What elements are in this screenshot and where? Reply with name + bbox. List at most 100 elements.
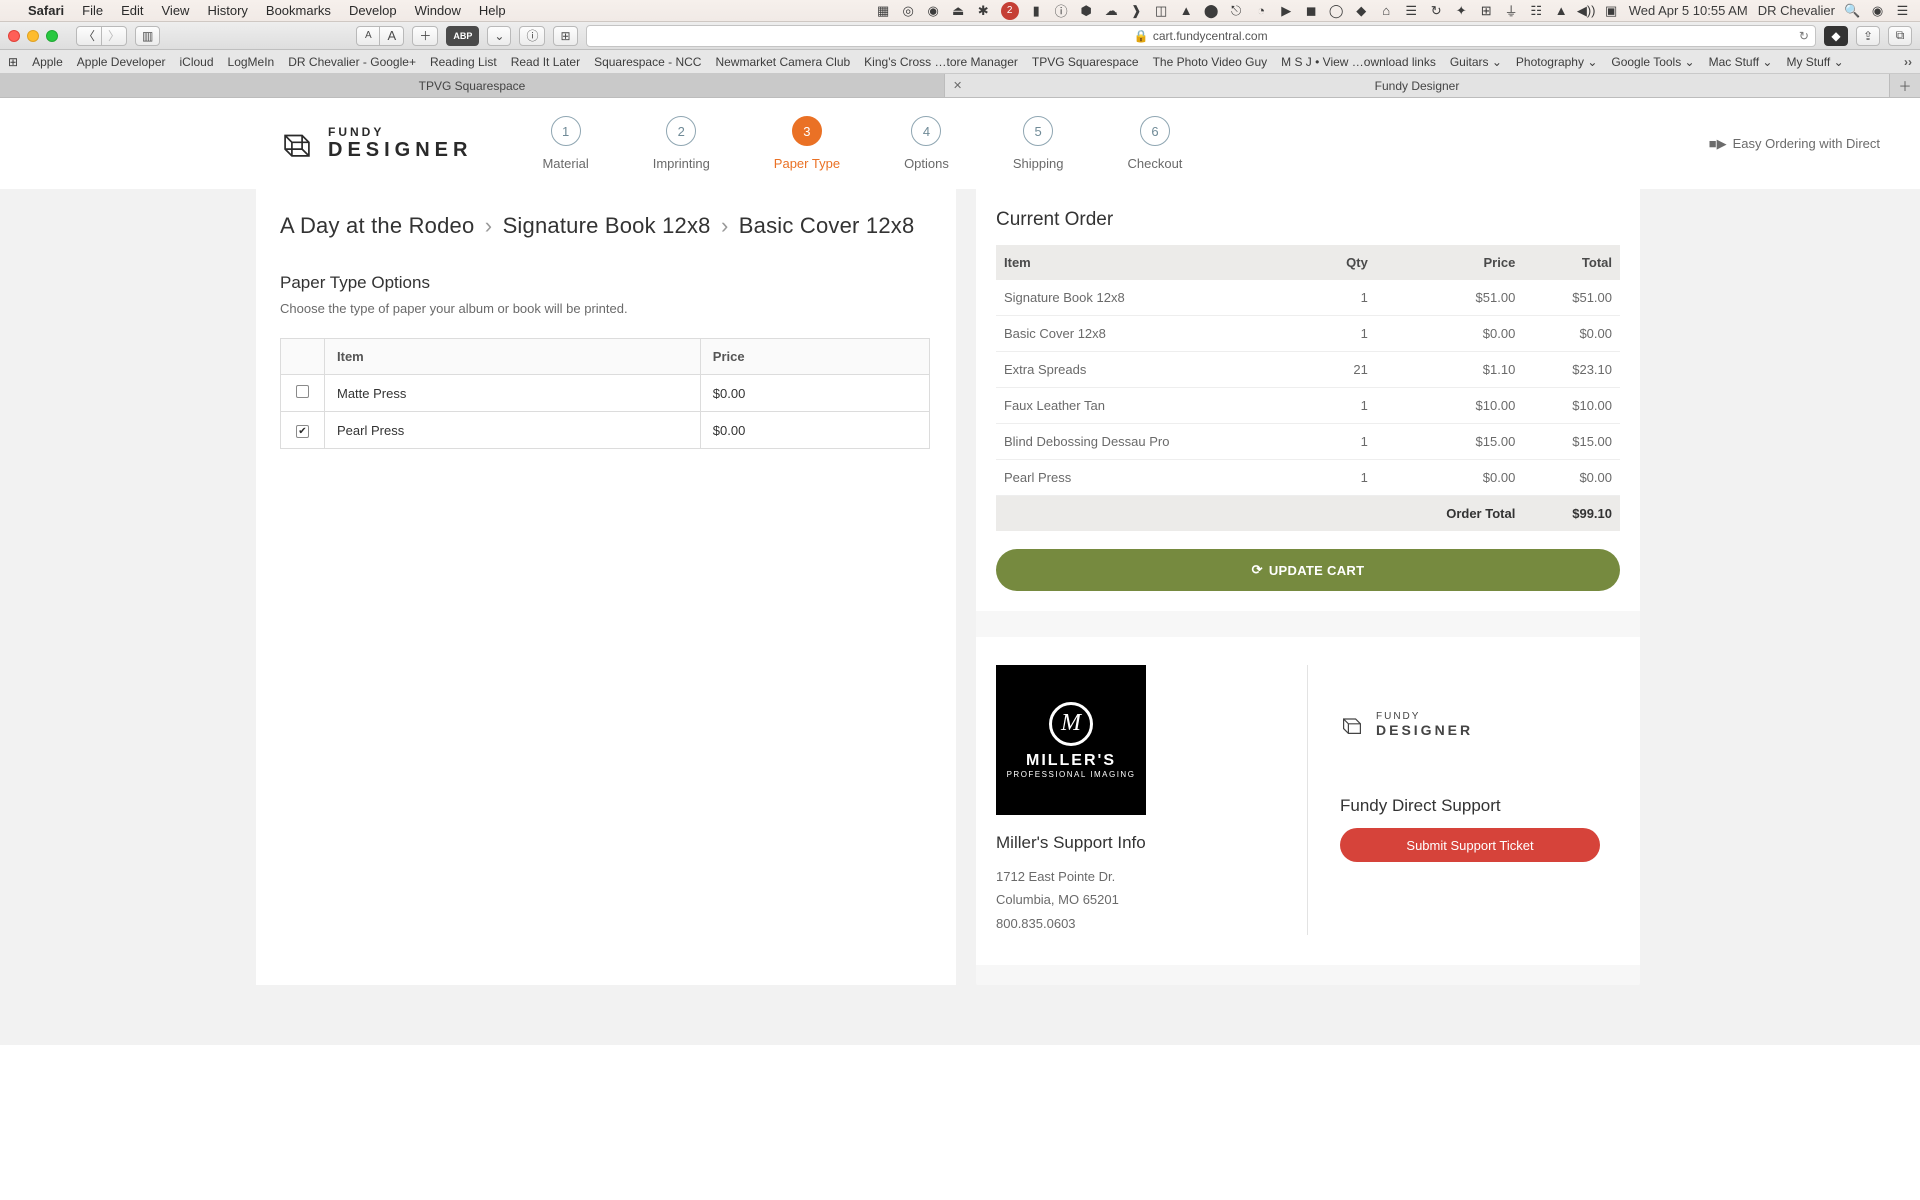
option-checkbox-matte[interactable]: [296, 385, 309, 398]
top-sites-icon[interactable]: ⊞: [8, 55, 18, 69]
status-icon[interactable]: ☷: [1529, 3, 1544, 18]
bookmark-item[interactable]: King's Cross …tore Manager: [864, 55, 1018, 69]
bookmark-item[interactable]: The Photo Video Guy: [1153, 55, 1268, 69]
status-icon[interactable]: ▶: [1279, 3, 1294, 18]
step-paper-type[interactable]: 3 Paper Type: [774, 116, 840, 171]
forward-button[interactable]: 〉: [102, 26, 127, 46]
step-options[interactable]: 4 Options: [904, 116, 949, 171]
bookmark-item[interactable]: iCloud: [180, 55, 214, 69]
fundy-logo[interactable]: FUNDY DESIGNER: [280, 125, 472, 162]
app-name[interactable]: Safari: [28, 3, 64, 18]
bookmark-item[interactable]: Apple Developer: [77, 55, 166, 69]
step-imprinting[interactable]: 2 Imprinting: [653, 116, 710, 171]
info-icon[interactable]: ⓘ: [519, 26, 545, 46]
bookmark-item[interactable]: LogMeIn: [228, 55, 275, 69]
bookmark-folder[interactable]: My Stuff ⌄: [1786, 55, 1843, 69]
step-material[interactable]: 1 Material: [542, 116, 588, 171]
order-row: Basic Cover 12x81$0.00$0.00: [996, 316, 1620, 352]
bookmark-folder[interactable]: Google Tools ⌄: [1611, 55, 1694, 69]
menu-history[interactable]: History: [207, 3, 247, 18]
status-icon[interactable]: ✱: [976, 3, 991, 18]
bookmark-item[interactable]: Read It Later: [511, 55, 580, 69]
status-icon[interactable]: ◎: [901, 3, 916, 18]
status-icon[interactable]: ⬤: [1204, 3, 1219, 18]
status-icon[interactable]: ◉: [926, 3, 941, 18]
status-icon[interactable]: ⏏: [951, 3, 966, 18]
bookmarks-overflow[interactable]: ››: [1904, 55, 1912, 69]
tab-tpvg[interactable]: TPVG Squarespace: [0, 74, 945, 97]
bookmark-item[interactable]: M S J • View …ownload links: [1281, 55, 1436, 69]
bookmark-item[interactable]: Squarespace - NCC: [594, 55, 701, 69]
bookmark-item[interactable]: Apple: [32, 55, 63, 69]
adblock-icon[interactable]: ABP: [446, 26, 479, 46]
siri-icon[interactable]: ◉: [1870, 3, 1885, 18]
new-tab-button[interactable]: ＋: [412, 26, 438, 46]
status-icon[interactable]: ☰: [1404, 3, 1419, 18]
step-shipping[interactable]: 5 Shipping: [1013, 116, 1064, 171]
status-icon[interactable]: ▣: [1604, 3, 1619, 18]
notification-center-icon[interactable]: ☰: [1895, 3, 1910, 18]
dropbox-icon[interactable]: ⬢: [1079, 3, 1094, 18]
menu-bookmarks[interactable]: Bookmarks: [266, 3, 331, 18]
window-minimize-button[interactable]: [27, 30, 39, 42]
menu-help[interactable]: Help: [479, 3, 506, 18]
url-bar[interactable]: 🔒 cart.fundycentral.com ↻: [586, 25, 1816, 47]
menubar-clock[interactable]: Wed Apr 5 10:55 AM: [1629, 3, 1748, 18]
status-icon[interactable]: ❱: [1129, 3, 1144, 18]
menubar-user[interactable]: DR Chevalier: [1758, 3, 1835, 18]
window-zoom-button[interactable]: [46, 30, 58, 42]
text-size-large-button[interactable]: A: [380, 26, 404, 46]
status-icon[interactable]: ↻: [1429, 3, 1444, 18]
status-icon[interactable]: ◫: [1154, 3, 1169, 18]
share-button[interactable]: ⇪: [1856, 26, 1880, 46]
wifi-icon[interactable]: ⏚: [1504, 3, 1519, 18]
menu-file[interactable]: File: [82, 3, 103, 18]
spotlight-icon[interactable]: 🔍: [1845, 3, 1860, 18]
easy-ordering-link[interactable]: ■▶ Easy Ordering with Direct: [1709, 136, 1880, 152]
reload-icon[interactable]: ↻: [1799, 29, 1809, 43]
step-checkout[interactable]: 6 Checkout: [1127, 116, 1182, 171]
menu-view[interactable]: View: [162, 3, 190, 18]
status-icon[interactable]: ▦: [876, 3, 891, 18]
notification-badge[interactable]: 2: [1001, 2, 1019, 20]
bookmark-item[interactable]: Newmarket Camera Club: [715, 55, 850, 69]
status-icon[interactable]: ◯: [1329, 3, 1344, 18]
bookmark-item[interactable]: Reading List: [430, 55, 497, 69]
menu-develop[interactable]: Develop: [349, 3, 397, 18]
status-icon[interactable]: ▲: [1179, 3, 1194, 18]
extension-icon[interactable]: ⊞: [553, 26, 577, 46]
bookmark-folder[interactable]: Guitars ⌄: [1450, 55, 1502, 69]
status-icon[interactable]: ⊞: [1479, 3, 1494, 18]
order-title: Current Order: [996, 209, 1620, 231]
status-icon[interactable]: ◆: [1354, 3, 1369, 18]
volume-icon[interactable]: ◀)): [1579, 3, 1594, 18]
submit-ticket-button[interactable]: Submit Support Ticket: [1340, 828, 1600, 862]
status-icon[interactable]: ⎋: [1229, 3, 1244, 18]
option-checkbox-pearl[interactable]: ✔: [296, 425, 309, 438]
status-icon[interactable]: ▮: [1029, 3, 1044, 18]
status-icon[interactable]: ⌂: [1379, 3, 1394, 18]
clock-icon[interactable]: ◔: [1254, 3, 1269, 18]
sidebar-toggle-button[interactable]: ▥: [135, 26, 160, 46]
text-size-small-button[interactable]: A: [356, 26, 380, 46]
tab-new-button[interactable]: ＋: [1890, 74, 1920, 97]
tab-close-icon[interactable]: ✕: [953, 79, 962, 92]
menu-window[interactable]: Window: [415, 3, 461, 18]
bookmark-folder[interactable]: Mac Stuff ⌄: [1709, 55, 1773, 69]
pinboard-icon[interactable]: ◆: [1824, 26, 1848, 46]
tab-fundy[interactable]: ✕ Fundy Designer: [945, 74, 1890, 97]
bookmark-item[interactable]: DR Chevalier - Google+: [288, 55, 416, 69]
pocket-icon[interactable]: ⌄: [487, 26, 511, 46]
status-icon[interactable]: ◼: [1304, 3, 1319, 18]
status-icon[interactable]: ✦: [1454, 3, 1469, 18]
window-close-button[interactable]: [8, 30, 20, 42]
update-cart-button[interactable]: ⟳ UPDATE CART: [996, 549, 1620, 591]
eject-icon[interactable]: ▲: [1554, 3, 1569, 18]
status-icon[interactable]: ⓘ: [1054, 3, 1069, 18]
status-icon[interactable]: ☁: [1104, 3, 1119, 18]
bookmark-item[interactable]: TPVG Squarespace: [1032, 55, 1139, 69]
tabs-overview-button[interactable]: ⧉: [1888, 26, 1912, 46]
bookmark-folder[interactable]: Photography ⌄: [1516, 55, 1597, 69]
back-button[interactable]: 〈: [76, 26, 102, 46]
menu-edit[interactable]: Edit: [121, 3, 143, 18]
